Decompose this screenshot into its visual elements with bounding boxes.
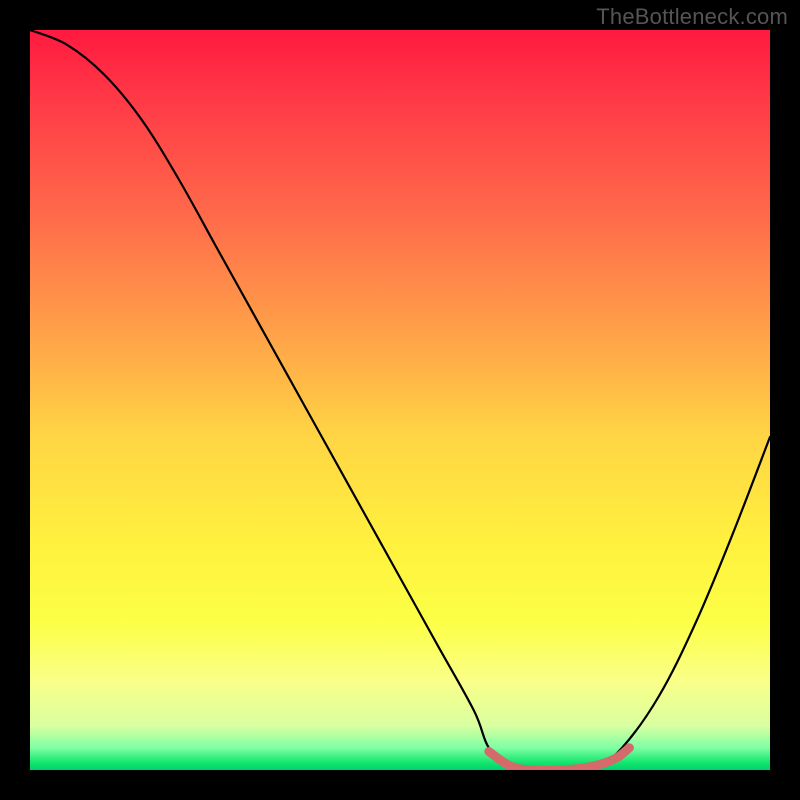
chart-container: TheBottleneck.com — [0, 0, 800, 800]
plot-area — [30, 30, 770, 770]
optimal-range-marker — [489, 748, 630, 770]
attribution-text: TheBottleneck.com — [596, 4, 788, 30]
bottleneck-curve — [30, 30, 770, 770]
curve-svg — [30, 30, 770, 770]
